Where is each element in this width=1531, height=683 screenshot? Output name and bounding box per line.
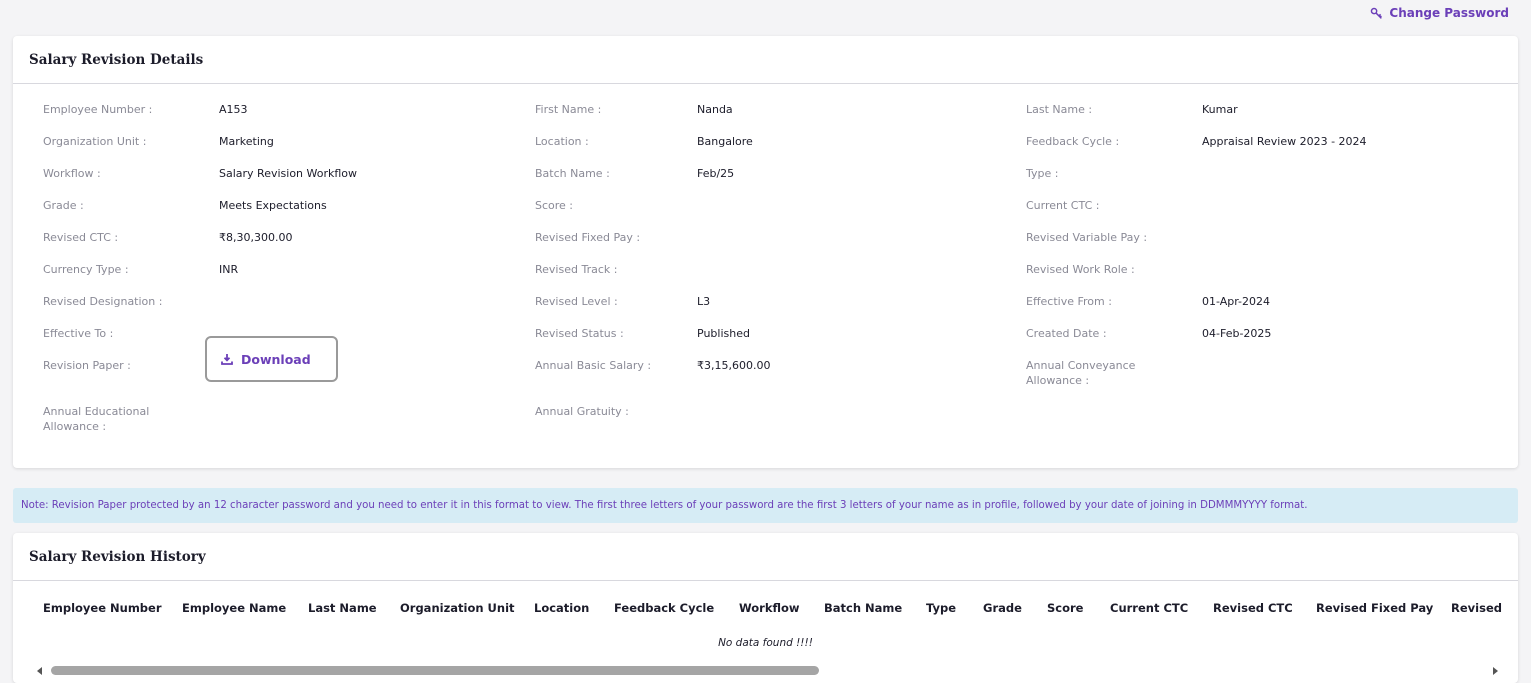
field-label: Location : — [535, 135, 589, 148]
column-header[interactable]: Feedback Cycle — [614, 601, 714, 615]
column-header[interactable]: Workflow — [739, 601, 800, 615]
column-header[interactable]: Score — [1047, 601, 1083, 615]
column-header[interactable]: Current CTC — [1110, 601, 1188, 615]
download-icon — [221, 354, 233, 365]
field-value: ₹8,30,300.00 — [219, 231, 293, 244]
salary-revision-details-card: Salary Revision Details Employee Number … — [13, 36, 1518, 468]
field-value: ₹3,15,600.00 — [697, 359, 771, 372]
field-label: Revised Designation : — [43, 295, 163, 308]
key-icon — [1371, 7, 1383, 19]
column-header[interactable]: Grade — [983, 601, 1022, 615]
field-value: Feb/25 — [697, 167, 735, 180]
field-label: Effective To : — [43, 327, 114, 340]
column-header[interactable]: Last Name — [308, 601, 377, 615]
column-header[interactable]: Employee Name — [182, 601, 286, 615]
field-label: Revised Fixed Pay : — [535, 231, 641, 244]
field-value: Nanda — [697, 103, 733, 116]
field-label: Feedback Cycle : — [1026, 135, 1120, 148]
field-value: Appraisal Review 2023 - 2024 — [1202, 135, 1367, 148]
field-label: Revised Work Role : — [1026, 263, 1135, 276]
field-label: Score : — [535, 199, 574, 212]
field-value: L3 — [697, 295, 711, 308]
field-value: A153 — [219, 103, 248, 116]
field-label: Revised Level : — [535, 295, 618, 308]
field-label: Current CTC : — [1026, 199, 1100, 212]
field-value: Meets Expectations — [219, 199, 327, 212]
column-header[interactable]: Revised — [1451, 601, 1502, 615]
field-value: Bangalore — [697, 135, 753, 148]
horizontal-scrollbar[interactable] — [13, 666, 1518, 678]
field-label: Annual Gratuity : — [535, 405, 629, 418]
field-label: Batch Name : — [535, 167, 610, 180]
field-value: Kumar — [1202, 103, 1238, 116]
field-label: Revised Track : — [535, 263, 618, 276]
field-label: First Name : — [535, 103, 602, 116]
field-label: Created Date : — [1026, 327, 1107, 340]
field-label: Organization Unit : — [43, 135, 147, 148]
field-label: Annual Educational Allowance : — [43, 405, 150, 433]
download-button[interactable]: Download — [205, 336, 338, 382]
top-bar: Change Password — [0, 0, 1531, 30]
field-label: Currency Type : — [43, 263, 129, 276]
scroll-left-arrow-icon[interactable] — [37, 667, 42, 675]
field-label: Workflow : — [43, 167, 101, 180]
column-header[interactable]: Revised Fixed Pay — [1316, 601, 1433, 615]
field-label: Annual Conveyance Allowance : — [1026, 359, 1136, 387]
column-header[interactable]: Location — [534, 601, 589, 615]
field-label: Employee Number : — [43, 103, 153, 116]
field-label: Type : — [1026, 167, 1059, 180]
field-label: Revision Paper : — [43, 359, 131, 372]
change-password-label: Change Password — [1389, 6, 1509, 20]
column-header[interactable]: Employee Number — [43, 601, 162, 615]
field-label: Revised Status : — [535, 327, 624, 340]
field-value: Published — [697, 327, 750, 340]
column-header[interactable]: Organization Unit — [400, 601, 515, 615]
field-value: INR — [219, 263, 239, 276]
column-header[interactable]: Revised CTC — [1213, 601, 1293, 615]
password-note: Note: Revision Paper protected by an 12 … — [13, 488, 1518, 523]
column-header[interactable]: Batch Name — [824, 601, 902, 615]
field-label: Revised CTC : — [43, 231, 119, 244]
field-label: Grade : — [43, 199, 84, 212]
field-label: Effective From : — [1026, 295, 1112, 308]
field-label: Last Name : — [1026, 103, 1093, 116]
field-label: Revised Variable Pay : — [1026, 231, 1148, 244]
salary-revision-history-card: Salary Revision History Employee Number … — [13, 533, 1518, 683]
field-value: Marketing — [219, 135, 274, 148]
scroll-right-arrow-icon[interactable] — [1493, 667, 1498, 675]
field-value: 04-Feb-2025 — [1202, 327, 1272, 340]
field-value: Salary Revision Workflow — [219, 167, 358, 180]
column-header[interactable]: Type — [926, 601, 956, 615]
empty-table-message: No data found !!!! — [718, 637, 813, 649]
history-title: Salary Revision History — [13, 533, 1518, 581]
scrollbar-thumb[interactable] — [51, 666, 819, 675]
history-table-header: Employee Number Employee Name Last Name … — [13, 601, 1518, 621]
download-label: Download — [241, 351, 311, 367]
field-label: Annual Basic Salary : — [535, 359, 652, 372]
field-value: 01-Apr-2024 — [1202, 295, 1271, 308]
change-password-link[interactable]: Change Password — [1370, 6, 1509, 20]
details-title: Salary Revision Details — [13, 36, 1518, 84]
